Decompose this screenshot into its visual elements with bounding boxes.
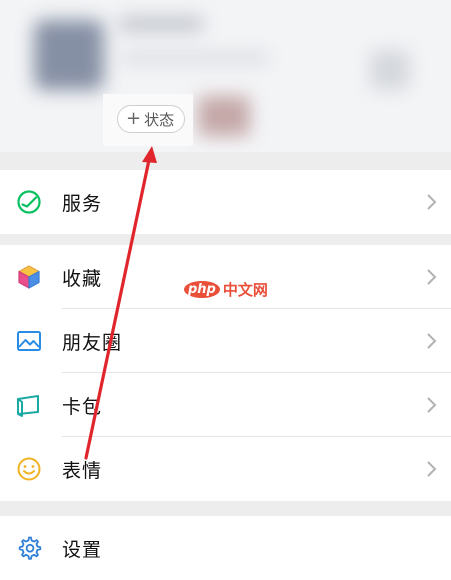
favorites-cube-icon <box>16 264 42 290</box>
chevron-right-icon <box>427 194 437 210</box>
gear-icon <box>16 535 42 561</box>
menu-item-services[interactable]: 服务 <box>0 170 451 234</box>
status-button-label: 状态 <box>144 110 175 129</box>
chevron-right-icon <box>427 333 437 349</box>
qr-code-icon[interactable] <box>370 50 410 90</box>
chevron-right-icon <box>427 461 437 477</box>
plus-icon: + <box>126 108 142 129</box>
smiley-icon <box>16 456 42 482</box>
services-icon <box>16 189 42 215</box>
profile-name-blurred <box>118 16 204 32</box>
add-status-button[interactable]: + 状态 <box>117 105 186 133</box>
menu-item-stickers-label: 表情 <box>62 459 103 482</box>
watermark-site-text: 中文网 <box>222 281 268 299</box>
card-wallet-icon <box>16 392 42 418</box>
profile-id-blurred <box>120 52 270 64</box>
menu-item-moments-label: 朋友圈 <box>62 331 123 354</box>
menu-item-stickers[interactable]: 表情 <box>0 437 451 501</box>
menu-item-moments[interactable]: 朋友圈 <box>0 309 451 373</box>
php-cn-watermark: php 中文网 <box>184 279 268 300</box>
menu-item-cards-label: 卡包 <box>62 395 103 418</box>
chevron-right-icon <box>427 269 437 285</box>
settings-group: 设置 <box>0 516 451 580</box>
menu-item-settings[interactable]: 设置 <box>0 516 451 580</box>
menu-item-favorites-label: 收藏 <box>62 267 103 290</box>
moments-image-icon <box>16 328 42 354</box>
status-highlight: + 状态 <box>103 94 193 146</box>
avatar[interactable] <box>34 20 104 90</box>
profile-header: + 状态 <box>0 0 451 152</box>
status-thumbnail-blurred <box>198 96 250 136</box>
watermark-php-logo: php <box>184 281 220 298</box>
menu-item-settings-label: 设置 <box>62 538 103 561</box>
services-group: 服务 <box>0 170 451 234</box>
chevron-right-icon <box>427 397 437 413</box>
menu-item-services-label: 服务 <box>62 192 103 215</box>
menu-item-cards[interactable]: 卡包 <box>0 373 451 437</box>
